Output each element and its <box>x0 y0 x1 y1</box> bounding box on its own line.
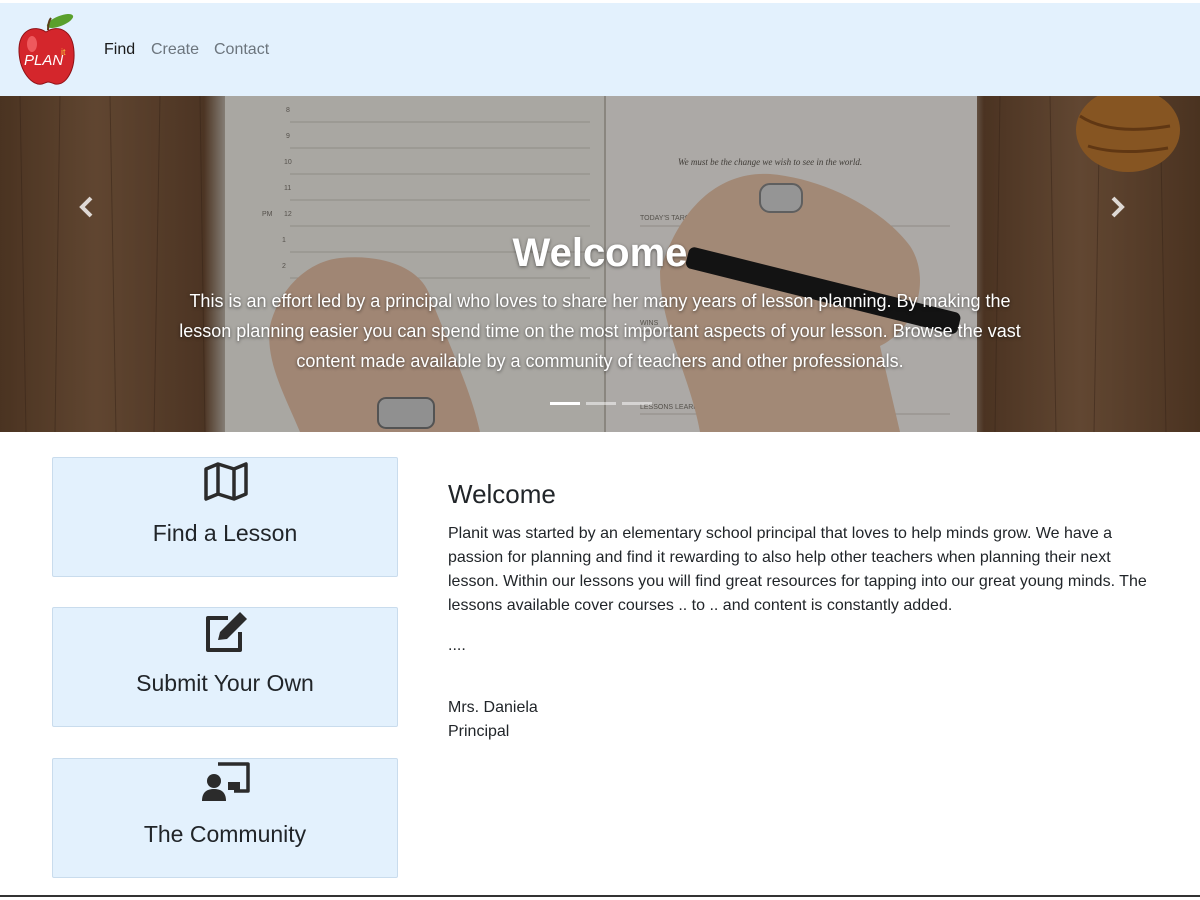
hero-text: This is an effort led by a principal who… <box>179 291 1021 371</box>
nav-find[interactable]: Find <box>104 40 135 60</box>
map-icon <box>204 462 248 501</box>
find-lesson-card[interactable]: Find a Lesson <box>52 457 398 577</box>
svg-text:PLAN: PLAN <box>24 52 63 69</box>
nav-contact[interactable]: Contact <box>214 40 269 60</box>
welcome-ellipsis: .... <box>448 637 466 654</box>
signature-name: Mrs. Daniela <box>448 699 538 716</box>
submit-own-label: Submit Your Own <box>136 670 314 696</box>
hero-title: Welcome <box>512 231 688 275</box>
community-card[interactable]: The Community <box>52 758 398 878</box>
planit-logo[interactable]: PLAN it <box>14 12 78 88</box>
edit-icon <box>206 612 247 652</box>
welcome-heading: Welcome <box>448 479 556 509</box>
signature-title: Principal <box>448 723 510 740</box>
carousel-indicator-1[interactable] <box>550 402 580 405</box>
welcome-section: Welcome Planit was started by an element… <box>448 478 1148 744</box>
svg-text:it: it <box>61 47 66 57</box>
carousel-prev-icon[interactable] <box>72 192 102 222</box>
chalkboard-teacher-icon <box>202 762 250 801</box>
bottom-border <box>0 895 1200 897</box>
navbar: PLAN it Find Create Contact <box>0 3 1200 96</box>
carousel-next-icon[interactable] <box>1102 192 1132 222</box>
carousel-indicator-2[interactable] <box>586 402 616 405</box>
carousel-indicator-3[interactable] <box>622 402 652 405</box>
carousel-indicators <box>550 402 652 405</box>
welcome-paragraph: Planit was started by an elementary scho… <box>448 525 1147 614</box>
community-label: The Community <box>143 821 307 847</box>
hero-carousel: 8 9 10 11 PM 12 1 2 TODAY'S TARGETS WINS… <box>0 96 1200 432</box>
nav-create[interactable]: Create <box>151 40 199 60</box>
find-lesson-label: Find a Lesson <box>152 520 298 546</box>
submit-own-card[interactable]: Submit Your Own <box>52 607 398 727</box>
